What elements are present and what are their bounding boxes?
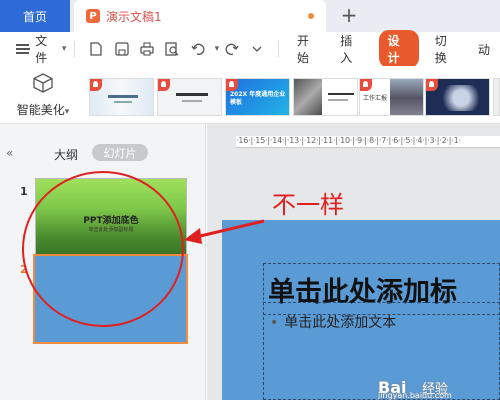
annotation-overlay xyxy=(22,171,265,327)
baidu-jingyan-watermark: Bai 经验 jingyan.baidu.com xyxy=(378,378,500,400)
annotation-label: 不一样 xyxy=(272,191,344,219)
watermark-url: jingyan.baidu.com xyxy=(378,391,452,400)
annotation-arrow-line xyxy=(195,219,265,239)
annotation-ellipse xyxy=(22,171,184,327)
annotation-arrowhead xyxy=(184,228,202,244)
